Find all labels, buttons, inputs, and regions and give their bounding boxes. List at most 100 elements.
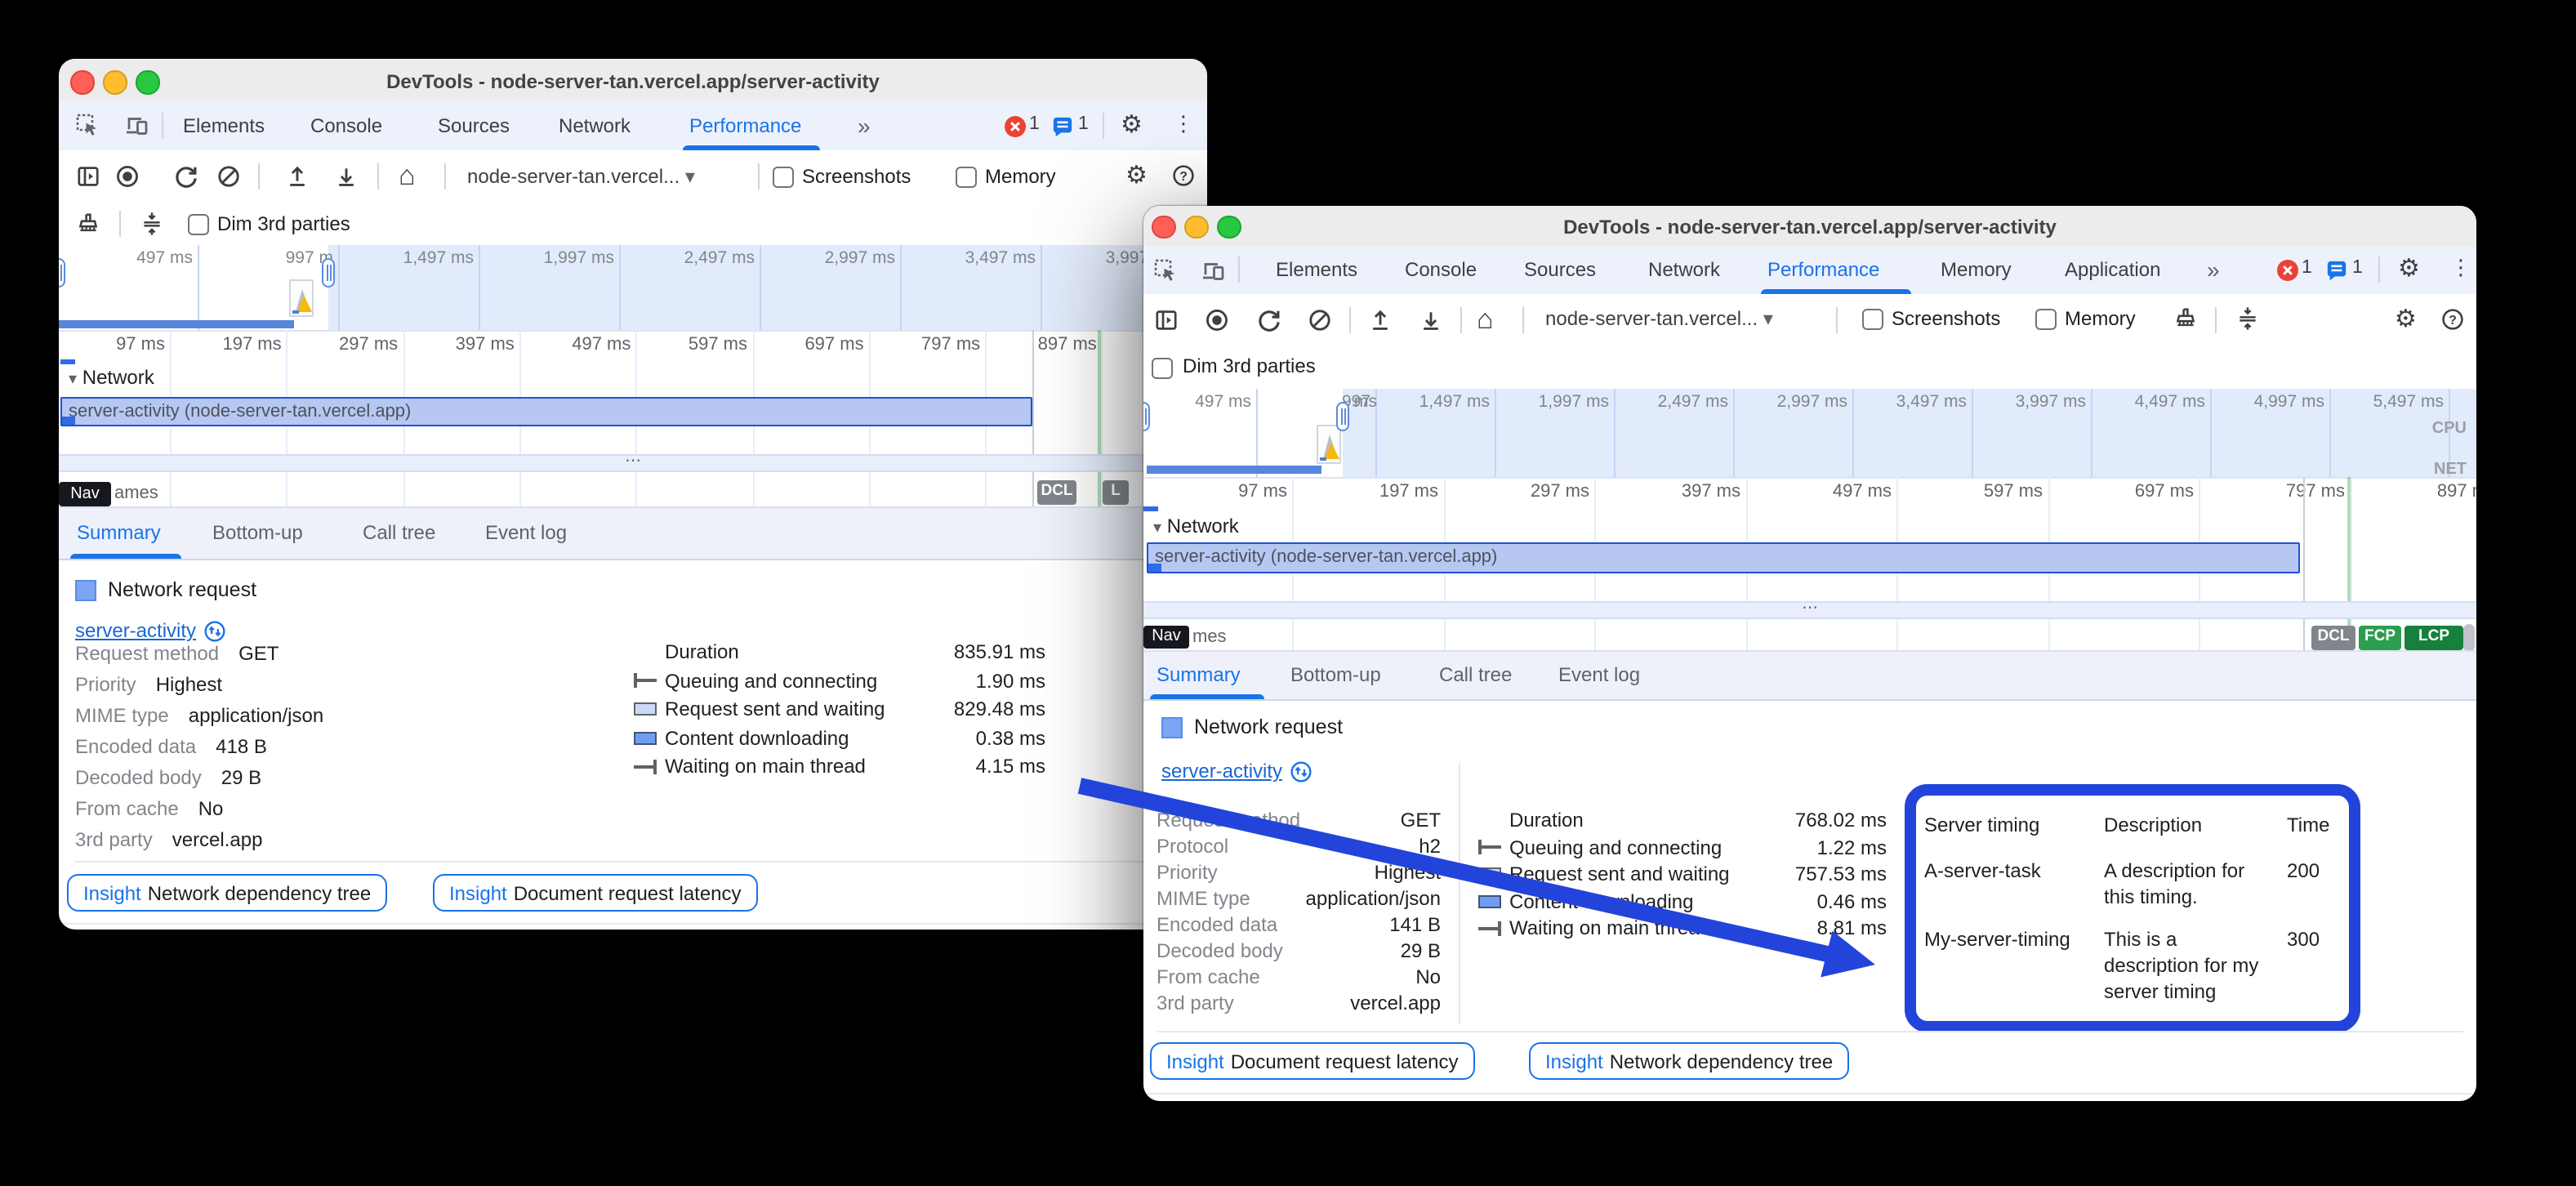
tab-memory[interactable]: Memory [1941, 247, 2012, 293]
download-profile-icon[interactable] [1418, 306, 1444, 332]
reload-record-icon[interactable] [173, 163, 199, 189]
settings-gear-icon[interactable]: ⚙ [2395, 306, 2417, 331]
clear-brush-icon[interactable] [75, 211, 101, 237]
insight-chip-network-dependency[interactable]: Insight Network dependency tree [67, 874, 387, 912]
insight-chip-document-latency[interactable]: Insight Document request latency [1150, 1042, 1475, 1080]
issue-count[interactable]: 1 [1078, 114, 1089, 134]
issues-badge-icon[interactable] [2326, 259, 2347, 280]
dim-3rd-parties-checkbox[interactable] [188, 213, 209, 234]
dim-3rd-parties-label[interactable]: Dim 3rd parties [1183, 345, 1316, 389]
selection-handle-right[interactable] [322, 258, 335, 288]
record-icon[interactable] [114, 163, 140, 189]
memory-checkbox[interactable] [956, 166, 977, 187]
tab-console[interactable]: Console [1405, 247, 1477, 293]
tab-performance[interactable]: Performance [1767, 247, 1879, 293]
inspect-icon[interactable] [75, 113, 100, 137]
tab-console[interactable]: Console [310, 101, 382, 150]
memory-label[interactable]: Memory [985, 150, 1056, 203]
error-count[interactable]: 1 [2302, 258, 2312, 278]
inspect-icon[interactable] [1153, 257, 1178, 282]
record-icon[interactable] [1204, 306, 1230, 332]
tab-bottom-up[interactable]: Bottom-up [212, 508, 303, 557]
screenshots-checkbox[interactable] [773, 166, 794, 187]
screenshots-checkbox[interactable] [1862, 308, 1883, 329]
tab-sources[interactable]: Sources [438, 101, 510, 150]
more-tabs-chevron[interactable]: » [2207, 247, 2220, 293]
selection-handle-left[interactable] [59, 258, 65, 288]
tab-application[interactable]: Application [2065, 247, 2160, 293]
dim-3rd-parties-checkbox[interactable] [1152, 357, 1173, 378]
download-profile-icon[interactable] [333, 163, 359, 189]
titlebar[interactable]: DevTools - node-server-tan.vercel.app/se… [59, 59, 1207, 103]
network-track-label[interactable]: ▾ Network [1153, 515, 1239, 537]
clear-icon[interactable] [1307, 306, 1333, 332]
request-link[interactable]: server-activity [1161, 760, 1282, 782]
kebab-menu-icon[interactable]: ⋮ [2450, 256, 2471, 278]
selection-handle-left[interactable] [1143, 402, 1150, 431]
selection-handle-right[interactable] [1336, 402, 1349, 431]
issues-badge-icon[interactable] [1052, 115, 1073, 136]
home-icon[interactable]: ⌂ [1477, 305, 1494, 332]
collapse-tracks-icon[interactable] [2235, 305, 2261, 332]
dcl-marker[interactable]: DCL [1037, 480, 1076, 504]
load-marker[interactable]: L [1103, 480, 1129, 504]
reload-record-icon[interactable] [1256, 306, 1282, 332]
page-selector-dropdown[interactable]: node-server-tan.vercel... ▾ [1545, 293, 1773, 345]
help-icon[interactable]: ? [2440, 306, 2465, 331]
error-badge-icon[interactable] [2277, 259, 2298, 280]
network-track-label[interactable]: ▾ Network [69, 366, 154, 389]
tab-summary[interactable]: Summary [1157, 652, 1241, 698]
twistie-icon[interactable]: ▾ [1153, 519, 1161, 537]
tab-call-tree[interactable]: Call tree [1439, 652, 1512, 698]
twistie-icon[interactable]: ▾ [69, 371, 77, 389]
dim-3rd-parties-label[interactable]: Dim 3rd parties [217, 203, 350, 245]
timeline-overview[interactable]: 497 ms997 m1,497 ms1,997 ms2,497 ms2,997… [59, 245, 1207, 332]
settings-gear-icon[interactable]: ⚙ [2398, 256, 2420, 281]
collapsed-tracks-dots[interactable]: ⋯ [59, 454, 1207, 472]
request-link[interactable]: server-activity [75, 619, 196, 642]
home-icon[interactable]: ⌂ [399, 162, 416, 189]
memory-checkbox[interactable] [2035, 308, 2057, 329]
lcp-marker[interactable]: LCP [2404, 626, 2463, 649]
screenshots-label[interactable]: Screenshots [1892, 293, 2000, 345]
settings-gear-icon[interactable]: ⚙ [1121, 113, 1143, 137]
tab-event-log[interactable]: Event log [485, 508, 567, 557]
collapse-tracks-icon[interactable] [139, 211, 165, 237]
tab-sources[interactable]: Sources [1524, 247, 1596, 293]
tab-bottom-up[interactable]: Bottom-up [1290, 652, 1381, 698]
dcl-marker[interactable]: DCL [2311, 626, 2355, 649]
network-request-entry[interactable]: server-activity (node-server-tan.vercel.… [60, 397, 1032, 426]
clear-brush-icon[interactable] [2173, 305, 2199, 332]
help-icon[interactable]: ? [1171, 163, 1196, 188]
insight-chip-document-latency[interactable]: Insight Document request latency [433, 874, 758, 912]
tab-network[interactable]: Network [559, 101, 631, 150]
settings-gear-icon[interactable]: ⚙ [1125, 163, 1148, 188]
tab-elements[interactable]: Elements [1276, 247, 1357, 293]
titlebar[interactable]: DevTools - node-server-tan.vercel.app/se… [1143, 206, 2476, 248]
toggle-sidebar-icon[interactable] [1153, 306, 1179, 332]
network-request-entry[interactable]: server-activity (node-server-tan.vercel.… [1147, 542, 2300, 573]
issue-count[interactable]: 1 [2352, 258, 2363, 278]
tab-elements[interactable]: Elements [183, 101, 265, 150]
memory-label[interactable]: Memory [2065, 293, 2136, 345]
upload-profile-icon[interactable] [284, 163, 310, 189]
screenshot-thumbnail[interactable] [1317, 425, 1341, 464]
collapsed-tracks-dots[interactable]: ⋯ [1143, 601, 2476, 619]
tab-call-tree[interactable]: Call tree [363, 508, 435, 557]
tab-performance[interactable]: Performance [689, 101, 801, 150]
insight-chip-network-dependency[interactable]: Insight Network dependency tree [1529, 1042, 1849, 1080]
more-tabs-chevron[interactable]: » [858, 101, 871, 150]
page-selector-dropdown[interactable]: node-server-tan.vercel... ▾ [467, 150, 695, 203]
toggle-sidebar-icon[interactable] [75, 163, 101, 189]
reveal-request-icon[interactable] [1290, 760, 1312, 782]
tab-summary[interactable]: Summary [77, 508, 161, 557]
screenshots-label[interactable]: Screenshots [802, 150, 911, 203]
fcp-marker[interactable]: FCP [2359, 626, 2401, 649]
clear-icon[interactable] [216, 163, 242, 189]
kebab-menu-icon[interactable]: ⋮ [1173, 113, 1194, 134]
tab-network[interactable]: Network [1648, 247, 1720, 293]
upload-profile-icon[interactable] [1367, 306, 1393, 332]
error-badge-icon[interactable] [1005, 115, 1026, 136]
scrollbar-thumb[interactable] [2463, 624, 2475, 652]
device-toolbar-icon[interactable] [124, 113, 149, 137]
